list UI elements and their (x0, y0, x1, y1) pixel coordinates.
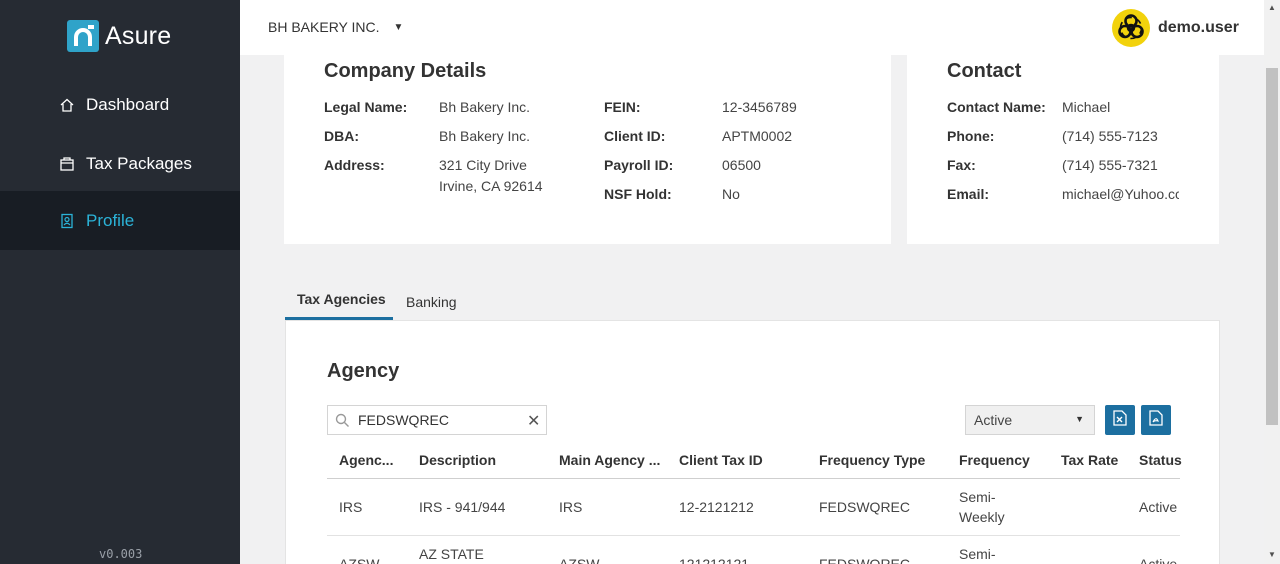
scroll-down-icon[interactable]: ▼ (1268, 550, 1276, 559)
contact-card: Contact Contact Name: Michael Phone: (71… (907, 55, 1219, 244)
export-excel-button[interactable] (1105, 405, 1135, 435)
company-selector[interactable]: BH BAKERY INC. ▼ (268, 19, 403, 35)
cell-frequency-type: FEDSWQREC (819, 499, 910, 515)
column-header-description[interactable]: Description (419, 452, 496, 468)
company-name: BH BAKERY INC. (268, 19, 380, 35)
sidebar-item-tax-packages[interactable]: Tax Packages (0, 134, 240, 193)
sidebar-item-label: Tax Packages (86, 153, 192, 173)
column-header-main-agency[interactable]: Main Agency ... (559, 452, 660, 468)
agency-search-box[interactable]: ✕ (327, 405, 547, 435)
cell-main-agency: IRS (559, 499, 583, 515)
email-value[interactable]: michael@Yuhoo.cc (1062, 186, 1179, 202)
export-pdf-button[interactable] (1141, 405, 1171, 435)
cell-frequency: Semi- (959, 489, 996, 505)
tab-banking[interactable]: Banking (406, 294, 457, 310)
clear-search-icon[interactable]: ✕ (527, 411, 540, 431)
column-header-frequency-type[interactable]: Frequency Type (819, 452, 925, 468)
cell-client-tax-id: 121212121 (679, 556, 750, 564)
caret-down-icon: ▼ (1075, 414, 1084, 424)
phone-label: Phone: (947, 128, 995, 144)
top-bar: BH BAKERY INC. ▼ demo.user (240, 0, 1264, 55)
contact-name-value: Michael (1062, 99, 1111, 115)
fein-value: 12-3456789 (722, 99, 797, 115)
package-icon (59, 156, 75, 172)
asure-logo-icon (67, 20, 99, 52)
email-label: Email: (947, 186, 990, 202)
brand-name: Asure (105, 21, 172, 50)
column-header-client-tax-id[interactable]: Client Tax ID (679, 452, 763, 468)
agency-panel: Agency ✕ Active ▼ Agenc... Description M… (285, 320, 1220, 564)
pdf-icon (1149, 409, 1163, 431)
address-line2: Irvine, CA 92614 (439, 178, 543, 194)
company-details-card: Company Details Legal Name: Bh Bakery In… (284, 55, 891, 244)
app-version: v0.003 (99, 547, 143, 561)
caret-down-icon: ▼ (393, 21, 404, 33)
sidebar-item-label: Dashboard (86, 94, 170, 114)
client-id-label: Client ID: (604, 128, 666, 144)
search-input[interactable] (358, 410, 518, 430)
client-id-value: APTM0002 (722, 128, 793, 144)
cell-description: IRS - 941/944 (419, 499, 506, 515)
payroll-id-label: Payroll ID: (604, 157, 674, 173)
cell-frequency-line2: Weekly (959, 509, 1005, 525)
status-filter-value: Active (974, 412, 1013, 428)
agency-title: Agency (327, 360, 400, 382)
user-menu[interactable]: demo.user (1112, 9, 1239, 47)
sidebar-item-label: Profile (86, 210, 135, 230)
address-label: Address: (324, 157, 385, 173)
sidebar-item-profile[interactable]: Profile (0, 191, 240, 250)
cell-status: Active (1139, 499, 1178, 515)
status-filter-select[interactable]: Active ▼ (965, 405, 1095, 435)
cell-client-tax-id: 12-2121212 (679, 499, 754, 515)
address-line1: 321 City Drive (439, 157, 527, 173)
column-header-agency[interactable]: Agenc... (339, 452, 393, 468)
biohazard-icon (1112, 9, 1150, 47)
user-name: demo.user (1158, 19, 1239, 36)
table-header-divider (327, 478, 1180, 479)
company-details-title: Company Details (324, 60, 487, 82)
cell-agency: AZSW (339, 556, 380, 564)
legal-name-value: Bh Bakery Inc. (439, 99, 531, 115)
column-header-tax-rate[interactable]: Tax Rate (1061, 452, 1118, 468)
fein-label: FEIN: (604, 99, 641, 115)
fax-value: (714) 555-7321 (1062, 157, 1158, 173)
dba-value: Bh Bakery Inc. (439, 128, 531, 144)
column-header-frequency[interactable]: Frequency (959, 452, 1030, 468)
nsf-hold-label: NSF Hold: (604, 186, 672, 202)
nsf-hold-value: No (722, 186, 740, 202)
sidebar: Asure Dashboard Tax Packages Profile v0.… (0, 0, 240, 564)
profile-icon (59, 213, 75, 229)
scroll-up-icon[interactable]: ▲ (1268, 3, 1276, 12)
cell-main-agency: AZSW (559, 556, 600, 564)
legal-name-label: Legal Name: (324, 99, 408, 115)
cell-description: AZ STATE (419, 546, 484, 562)
dba-label: DBA: (324, 128, 359, 144)
cell-frequency: Semi- (959, 546, 996, 562)
payroll-id-value: 06500 (722, 157, 761, 173)
tab-tax-agencies[interactable]: Tax Agencies (297, 291, 386, 307)
excel-icon (1113, 409, 1127, 431)
page-scrollbar[interactable]: ▲ ▼ (1264, 0, 1280, 564)
phone-value: (714) 555-7123 (1062, 128, 1158, 144)
scroll-thumb[interactable] (1266, 68, 1278, 425)
fax-label: Fax: (947, 157, 976, 173)
cell-agency: IRS (339, 499, 363, 515)
contact-name-label: Contact Name: (947, 99, 1046, 115)
home-icon (59, 97, 75, 113)
row-divider (327, 535, 1180, 536)
sidebar-item-dashboard[interactable]: Dashboard (0, 75, 240, 134)
cell-status: Active (1139, 556, 1178, 564)
search-icon (335, 413, 350, 433)
cell-frequency-type: FEDSWQREC (819, 556, 910, 564)
brand-logo[interactable]: Asure (67, 20, 171, 52)
column-header-status[interactable]: Status (1139, 452, 1182, 468)
contact-title: Contact (947, 60, 1022, 82)
